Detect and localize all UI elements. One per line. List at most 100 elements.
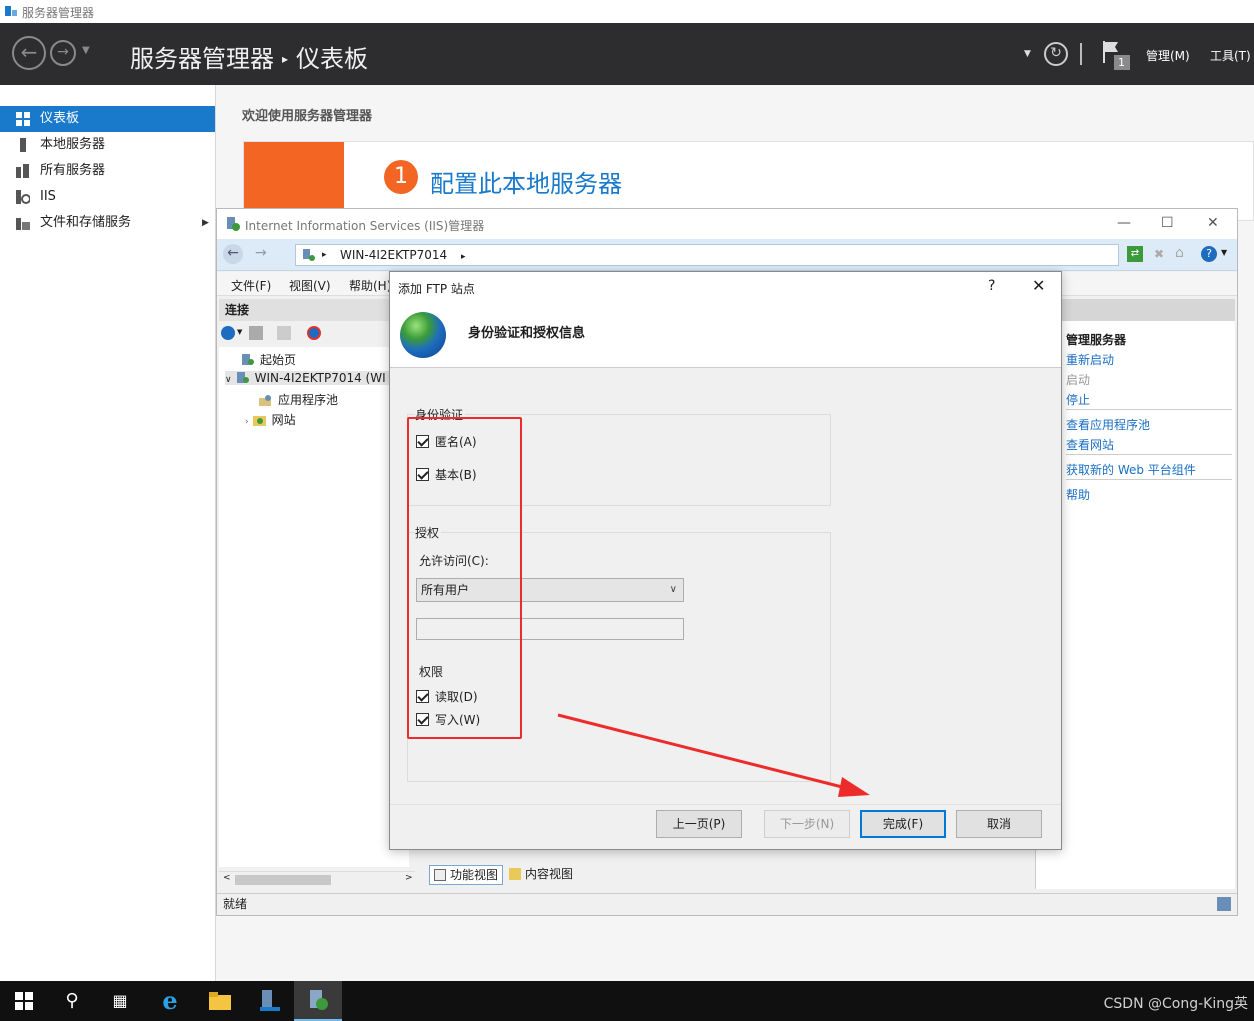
- next-button[interactable]: 下一步(N): [764, 810, 850, 838]
- sidebar-item-label: 仪表板: [40, 111, 80, 126]
- notifications-flag-icon[interactable]: [1100, 39, 1132, 71]
- dialog-close-button[interactable]: ✕: [1032, 276, 1045, 295]
- action-view-app-pools[interactable]: 查看应用程序池: [1066, 416, 1150, 433]
- chevron-down-icon[interactable]: ∨: [670, 579, 677, 601]
- features-view-icon: [434, 869, 446, 881]
- back-button[interactable]: ←: [12, 36, 46, 70]
- help-dropdown-icon[interactable]: ▼: [1221, 248, 1227, 257]
- stop-icon[interactable]: ✖: [1151, 246, 1167, 262]
- breadcrumb-root[interactable]: 服务器管理器: [130, 45, 274, 73]
- search-button[interactable]: ⚲: [48, 981, 96, 1021]
- sidebar-item-all-servers[interactable]: 所有服务器: [0, 158, 215, 184]
- up-folder-icon[interactable]: [277, 326, 291, 340]
- dialog-help-button[interactable]: ?: [988, 278, 995, 294]
- connections-tree: 起始页 ∨ WIN-4I2EKTP7014 (WI 应用程序池 › 网站: [219, 347, 409, 867]
- home-icon[interactable]: ⌂: [1175, 245, 1184, 261]
- taskbar-server-manager[interactable]: [246, 981, 294, 1021]
- actions-divider: [1066, 479, 1232, 480]
- iis-forward-button[interactable]: →: [255, 245, 267, 261]
- tab-features-view[interactable]: 功能视图: [429, 865, 504, 885]
- address-separator-icon[interactable]: ▸: [322, 245, 327, 265]
- dialog-banner: 身份验证和授权信息: [390, 302, 1061, 368]
- sidebar-item-iis[interactable]: IIS: [0, 184, 215, 210]
- previous-button[interactable]: 上一页(P): [656, 810, 742, 838]
- connections-toolbar: ▼: [219, 323, 399, 345]
- sidebar-item-dashboard[interactable]: 仪表板: [0, 106, 215, 132]
- minimize-button[interactable]: —: [1117, 215, 1131, 231]
- tree-item-label: 网站: [271, 413, 296, 427]
- tab-content-view[interactable]: 内容视图: [505, 865, 577, 885]
- file-explorer-icon: [209, 992, 231, 1010]
- close-window-button[interactable]: ✕: [1207, 215, 1219, 231]
- actions-section-title: 管理服务器: [1066, 333, 1127, 347]
- server-manager-header: ← → ▼ 服务器管理器 ▸ 仪表板 ▼ ↻ 1 管理(M) 工具(T): [0, 23, 1254, 85]
- window-title: 服务器管理器: [22, 6, 95, 20]
- iis-icon: [16, 190, 30, 204]
- help-icon[interactable]: ?: [1201, 246, 1217, 262]
- taskbar-iis-manager[interactable]: [294, 981, 342, 1021]
- connect-dropdown-icon[interactable]: ▼: [237, 328, 242, 336]
- actions-divider: [1066, 454, 1232, 455]
- expand-chevron-icon[interactable]: ›: [245, 417, 249, 427]
- sidebar-item-file-storage[interactable]: 文件和存储服务 ▶: [0, 210, 215, 236]
- maximize-button[interactable]: ☐: [1161, 215, 1174, 231]
- tab-features-label: 功能视图: [450, 868, 499, 882]
- tree-item-start-page[interactable]: 起始页: [241, 351, 296, 368]
- server-node-icon: [303, 249, 315, 261]
- action-stop[interactable]: 停止: [1066, 391, 1090, 408]
- scroll-left-icon[interactable]: <: [223, 873, 231, 883]
- tree-item-label: 起始页: [260, 353, 297, 367]
- tree-horizontal-scrollbar[interactable]: < >: [219, 871, 415, 887]
- configure-local-server-link[interactable]: 配置此本地服务器: [430, 164, 622, 199]
- csdn-watermark: CSDN @Cong-King英: [1103, 996, 1248, 1012]
- tree-item-app-pools[interactable]: 应用程序池: [259, 391, 338, 408]
- action-view-sites[interactable]: 查看网站: [1066, 436, 1114, 453]
- action-start[interactable]: 启动: [1066, 371, 1090, 388]
- storage-icon: [16, 218, 30, 230]
- tree-item-sites[interactable]: › 网站: [245, 411, 296, 428]
- action-help[interactable]: 帮助: [1066, 486, 1090, 503]
- breadcrumb-dropdown-icon[interactable]: ▼: [1024, 49, 1031, 59]
- iis-back-button[interactable]: ←: [223, 244, 243, 264]
- save-icon[interactable]: [249, 326, 263, 340]
- windows-logo-icon: [15, 992, 33, 1010]
- cancel-button[interactable]: 取消: [956, 810, 1042, 838]
- collapse-chevron-icon[interactable]: ∨: [225, 375, 232, 385]
- task-view-button[interactable]: ▦: [96, 981, 144, 1021]
- menu-help[interactable]: 帮助(H): [349, 277, 391, 294]
- tree-item-server[interactable]: ∨ WIN-4I2EKTP7014 (WI: [225, 371, 409, 385]
- actions-header: F: [1036, 299, 1235, 321]
- history-dropdown-icon[interactable]: ▼: [82, 45, 90, 56]
- tools-menu[interactable]: 工具(T): [1210, 47, 1251, 64]
- breadcrumb-separator-icon: ▸: [282, 52, 289, 66]
- refresh-icon[interactable]: ↻: [1044, 42, 1068, 66]
- menu-view[interactable]: 视图(V): [289, 277, 331, 294]
- forward-button[interactable]: →: [50, 40, 76, 66]
- finish-button[interactable]: 完成(F): [860, 810, 946, 838]
- connect-globe-icon[interactable]: [221, 326, 235, 340]
- expand-arrow-icon[interactable]: ▶: [202, 210, 209, 236]
- address-path[interactable]: ▸ WIN-4I2EKTP7014 ▸: [295, 244, 1119, 266]
- annotation-arrow: [557, 713, 870, 797]
- globe-icon: [400, 312, 446, 358]
- address-host[interactable]: WIN-4I2EKTP7014: [340, 248, 447, 262]
- action-restart[interactable]: 重新启动: [1066, 351, 1114, 368]
- manage-menu[interactable]: 管理(M): [1146, 47, 1190, 64]
- sites-folder-icon: [252, 416, 266, 426]
- scrollbar-thumb[interactable]: [235, 875, 331, 885]
- menu-file[interactable]: 文件(F): [231, 277, 271, 294]
- address-separator-icon[interactable]: ▸: [461, 252, 466, 262]
- taskbar-ie[interactable]: e: [146, 981, 194, 1021]
- status-server-icon: [1217, 897, 1231, 911]
- server-manager-sidebar: 仪表板 本地服务器 所有服务器 IIS 文件和存储服务 ▶: [0, 85, 216, 981]
- status-bar: 就绪: [217, 893, 1237, 915]
- action-get-web-platform[interactable]: 获取新的 Web 平台组件: [1066, 461, 1196, 478]
- taskbar-file-explorer[interactable]: [196, 981, 244, 1021]
- disconnect-icon[interactable]: [307, 326, 321, 340]
- tree-item-label: WIN-4I2EKTP7014 (WI: [254, 371, 386, 385]
- server-node-icon: [236, 372, 249, 383]
- refresh-icon[interactable]: ⇄: [1127, 246, 1143, 262]
- scroll-right-icon[interactable]: >: [405, 873, 413, 883]
- sidebar-item-local-server[interactable]: 本地服务器: [0, 132, 215, 158]
- start-button[interactable]: [0, 981, 48, 1021]
